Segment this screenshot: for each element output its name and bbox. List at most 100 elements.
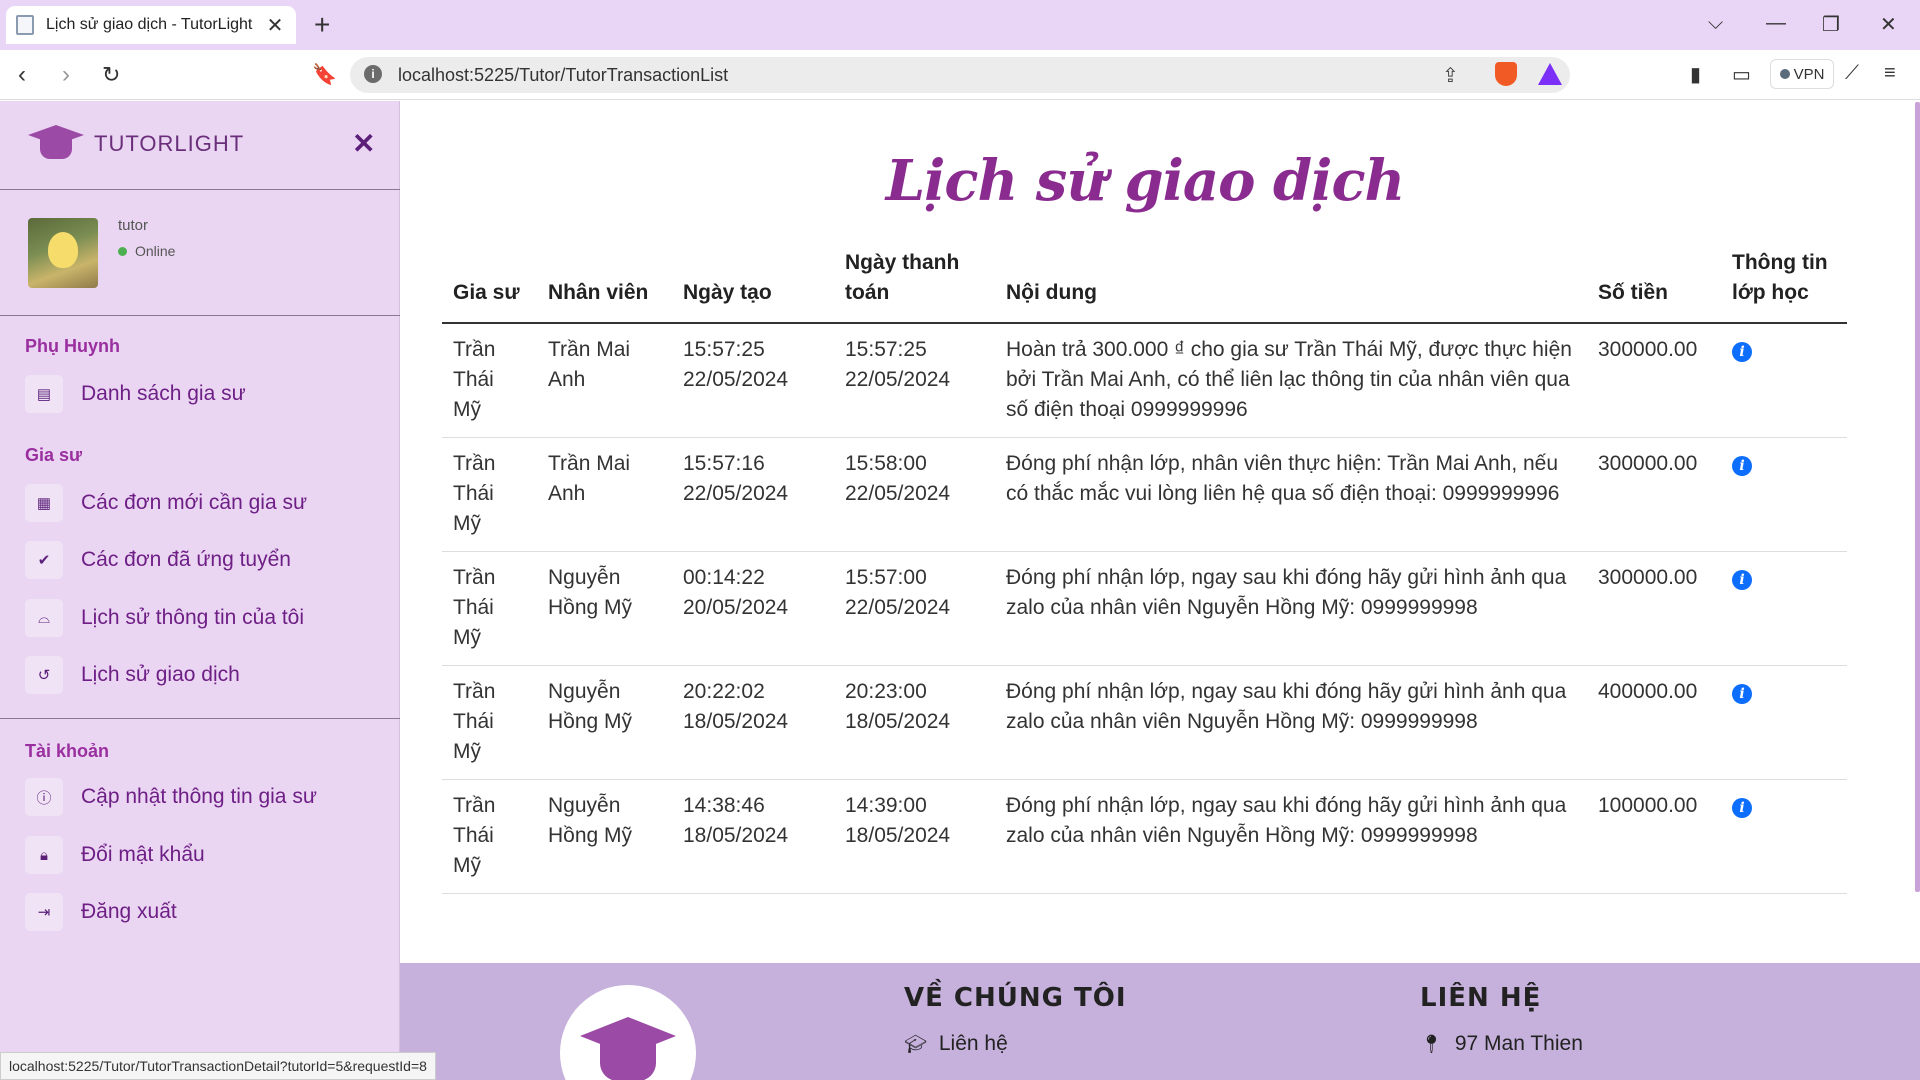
cell-created-time: 15:57:16 bbox=[683, 452, 765, 475]
page-title: Lịch sử giao dịch bbox=[885, 148, 1406, 214]
cell-created-time: 20:22:02 bbox=[683, 680, 765, 703]
user-status: Online bbox=[118, 243, 175, 259]
menu-icon[interactable]: ≡ bbox=[1884, 62, 1896, 85]
minimize-icon[interactable]: — bbox=[1766, 12, 1786, 35]
table-row: Trần Thái Mỹ Nguyễn Hồng Mỹ 20:22:02 18/05/… bbox=[442, 665, 1847, 780]
cell-created: 00:14:22 20/05/2024 bbox=[672, 551, 834, 666]
browser-tab[interactable]: Lịch sử giao dịch - TutorLight ✕ bbox=[6, 6, 296, 44]
sidebar-item-label: Lịch sử thông tin của tôi bbox=[81, 606, 305, 629]
cell-tutor: Trần Thái Mỹ bbox=[442, 551, 537, 666]
cell-content: Đóng phí nhận lớp, nhân viên thực hiện: … bbox=[995, 437, 1587, 552]
cell-paid: 15:57:00 22/05/2024 bbox=[834, 551, 995, 666]
info-icon[interactable]: i bbox=[1732, 342, 1752, 362]
new-tab-icon[interactable]: + bbox=[314, 10, 330, 40]
table-row: Trần Thái Mỹ Nguyễn Hồng Mỹ 14:38:46 18/05/… bbox=[442, 779, 1847, 894]
sidebar-item-tutor-list[interactable]: ▤ Danh sách gia sư bbox=[25, 374, 246, 414]
footer-address: 📍︎ 97 Man Thien bbox=[1420, 1032, 1583, 1056]
footer-about-link-text[interactable]: Liên hệ bbox=[939, 1032, 1008, 1056]
sidebar-item-label: Cập nhật thông tin gia sư bbox=[81, 785, 317, 808]
address-bar[interactable]: i localhost:5225/Tutor/TutorTransactionL… bbox=[350, 57, 1570, 93]
sidebar-item-change-password[interactable]: 🔒︎ Đổi mật khẩu bbox=[25, 835, 205, 875]
column-header-created: Ngày tạo bbox=[672, 240, 834, 324]
share-icon[interactable]: ⇪ bbox=[1442, 63, 1459, 88]
column-header-class-info: Thông tin lớp học bbox=[1721, 240, 1847, 324]
sidebar-close-icon[interactable]: ✕ bbox=[352, 127, 375, 160]
cell-created-date: 22/05/2024 bbox=[683, 368, 789, 391]
url-text[interactable]: localhost:5225/Tutor/TutorTransactionLis… bbox=[398, 65, 728, 86]
brave-shields-icon[interactable] bbox=[1495, 62, 1517, 86]
reload-icon[interactable]: ↻ bbox=[102, 60, 120, 90]
sidebar-item-label: Đổi mật khẩu bbox=[81, 843, 205, 866]
sidebar-item-my-info-history[interactable]: ⌓ Lịch sử thông tin của tôi bbox=[25, 598, 304, 638]
sidebar-item-label: Đăng xuất bbox=[81, 900, 177, 923]
footer-about-heading: VỀ CHÚNG TÔI bbox=[904, 983, 1127, 1013]
cell-created-time: 14:38:46 bbox=[683, 794, 765, 817]
cell-amount: 300000.00 bbox=[1587, 323, 1721, 438]
vpn-button[interactable]: VPN bbox=[1770, 59, 1834, 89]
brand-name: TUTORLIGHT bbox=[94, 131, 245, 156]
sidebar-heading-account: Tài khoản bbox=[25, 741, 110, 761]
footer: VỀ CHÚNG TÔI 🎓︎ Liên hệ LIÊN HỆ 📍︎ 97 Ma… bbox=[400, 963, 1920, 1080]
cell-paid: 20:23:00 18/05/2024 bbox=[834, 665, 995, 780]
column-header-paid: Ngày thanh toán bbox=[834, 240, 995, 324]
avatar-chick-image bbox=[48, 232, 78, 268]
sign-out-icon: ⇥ bbox=[25, 893, 63, 931]
page-scrollbar[interactable] bbox=[1915, 102, 1920, 892]
footer-about-link[interactable]: 🎓︎ Liên hệ bbox=[904, 1032, 1008, 1056]
user-status-text: Online bbox=[135, 243, 176, 259]
cell-paid-date: 22/05/2024 bbox=[845, 482, 951, 505]
sidebar-item-label: Các đơn mới cần gia sư bbox=[81, 491, 308, 514]
sidebar-item-transaction-history[interactable]: ↺ Lịch sử giao dịch bbox=[25, 655, 240, 695]
bookmark-icon[interactable]: 🔖 bbox=[312, 60, 337, 90]
sidebar-item-update-profile[interactable]: ⓘ Cập nhật thông tin gia sư bbox=[25, 777, 317, 817]
footer-contact-heading: LIÊN HỆ bbox=[1420, 983, 1542, 1013]
back-icon[interactable]: ‹ bbox=[18, 60, 26, 90]
cell-paid-time: 20:23:00 bbox=[845, 680, 927, 703]
sidebar-toggle-icon[interactable]: ▮ bbox=[1690, 62, 1701, 87]
info-icon[interactable]: i bbox=[1732, 570, 1752, 590]
cell-paid-date: 18/05/2024 bbox=[845, 710, 951, 733]
column-header-staff: Nhân viên bbox=[537, 240, 672, 324]
cell-tutor: Trần Thái Mỹ bbox=[442, 779, 537, 894]
tab-close-icon[interactable]: ✕ bbox=[264, 13, 286, 38]
inbox-icon: ⌓ bbox=[25, 599, 63, 637]
sidebar-item-logout[interactable]: ⇥ Đăng xuất bbox=[25, 892, 177, 932]
cell-tutor: Trần Thái Mỹ bbox=[442, 665, 537, 780]
tab-list-chevron-icon[interactable]: ⌵ bbox=[1708, 12, 1723, 35]
check-circle-icon: ✔ bbox=[25, 541, 63, 579]
cell-staff: Nguyễn Hồng Mỹ bbox=[537, 779, 672, 894]
divider bbox=[0, 315, 400, 316]
restore-icon[interactable]: ❐ bbox=[1822, 12, 1840, 37]
cell-created-date: 18/05/2024 bbox=[683, 710, 789, 733]
window-close-icon[interactable]: ✕ bbox=[1880, 12, 1897, 37]
info-icon[interactable]: i bbox=[1732, 798, 1752, 818]
forward-icon[interactable]: › bbox=[62, 60, 70, 90]
browser-tab-bar: Lịch sử giao dịch - TutorLight ✕ + ⌵ — ❐… bbox=[0, 0, 1920, 50]
table-row: Trần Thái Mỹ Nguyễn Hồng Mỹ 00:14:22 20/05/… bbox=[442, 551, 1847, 666]
leo-ai-icon[interactable]: ⟋ bbox=[1845, 62, 1859, 85]
map-pin-icon: 📍︎ bbox=[1420, 1033, 1443, 1054]
cell-paid-time: 15:57:00 bbox=[845, 566, 927, 589]
cell-paid-date: 22/05/2024 bbox=[845, 368, 951, 391]
site-info-icon[interactable]: i bbox=[364, 65, 382, 83]
cell-tutor: Trần Thái Mỹ bbox=[442, 437, 537, 552]
column-header-tutor: Gia sư bbox=[442, 240, 537, 324]
table-header-row: Gia sư Nhân viên Ngày tạo Ngày thanh toá… bbox=[442, 240, 1847, 324]
transaction-table: Gia sư Nhân viên Ngày tạo Ngày thanh toá… bbox=[442, 240, 1847, 894]
sidebar-item-label: Lịch sử giao dịch bbox=[81, 663, 240, 686]
column-header-content: Nội dung bbox=[995, 240, 1587, 324]
info-icon[interactable]: i bbox=[1732, 456, 1752, 476]
wallet-icon[interactable]: ▭ bbox=[1732, 62, 1751, 87]
brave-rewards-icon[interactable] bbox=[1538, 63, 1562, 85]
sidebar-item-applied-requests[interactable]: ✔ Các đơn đã ứng tuyển bbox=[25, 540, 291, 580]
cell-created-time: 15:57:25 bbox=[683, 338, 765, 361]
tab-title: Lịch sử giao dịch - TutorLight bbox=[46, 16, 253, 33]
sidebar-item-new-requests[interactable]: ▦ Các đơn mới cần gia sư bbox=[25, 483, 307, 523]
user-name: tutor bbox=[118, 217, 149, 234]
cell-content: Đóng phí nhận lớp, ngay sau khi đóng hãy… bbox=[995, 779, 1587, 894]
info-icon[interactable]: i bbox=[1732, 684, 1752, 704]
avatar bbox=[28, 218, 98, 288]
brand-logo[interactable]: TUTORLIGHT bbox=[28, 123, 244, 165]
vpn-label: VPN bbox=[1793, 65, 1825, 83]
table-row: Trần Thái Mỹ Trần Mai Anh 15:57:25 22/05/20… bbox=[442, 323, 1847, 438]
